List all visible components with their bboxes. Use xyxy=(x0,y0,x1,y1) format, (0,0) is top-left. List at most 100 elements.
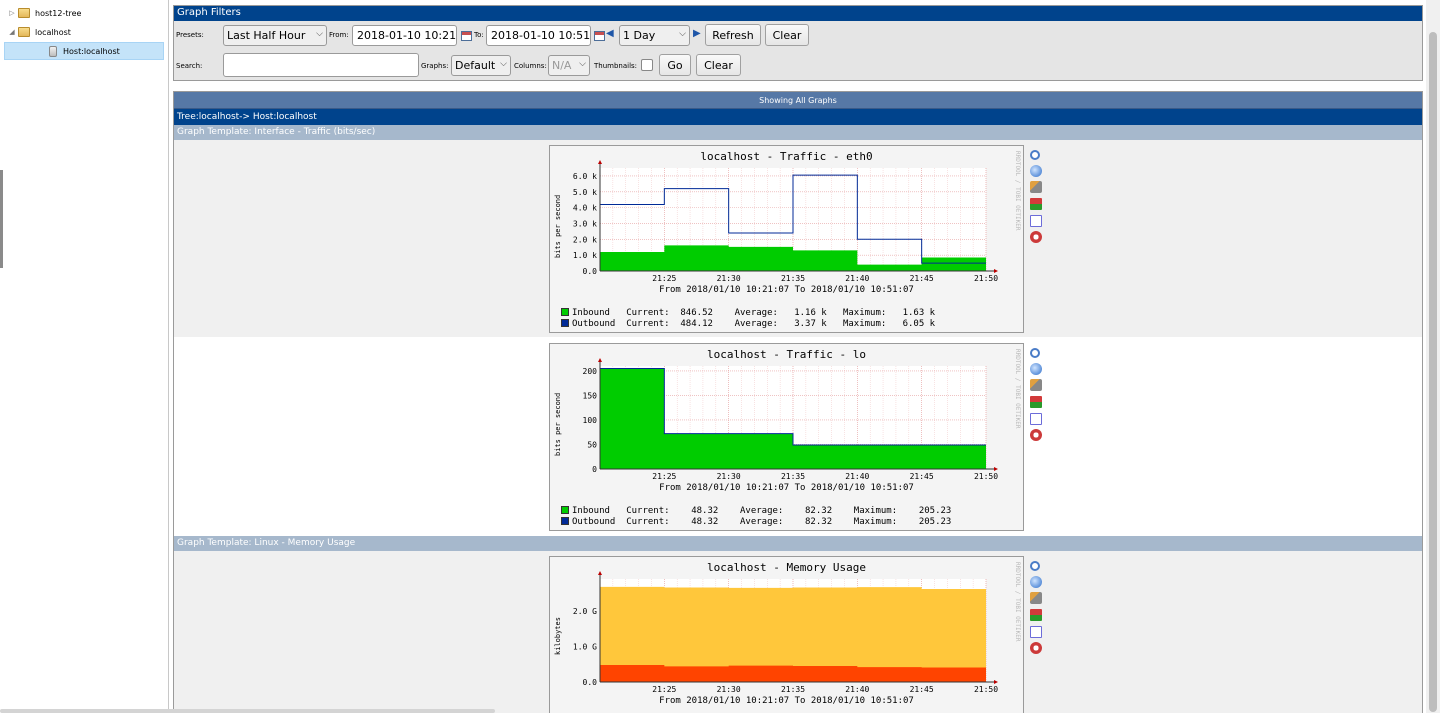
legend-name: Inbound xyxy=(572,506,610,516)
search-input[interactable] xyxy=(223,53,419,77)
legend-swatch xyxy=(561,308,569,316)
csv-export-icon[interactable] xyxy=(1030,362,1042,375)
x-tick-label: 21:25 xyxy=(652,274,676,283)
legend-name: Outbound xyxy=(572,517,616,527)
columns-select[interactable]: N/A ⌵ xyxy=(548,55,590,76)
graph-actions xyxy=(1030,348,1044,446)
zoom-icon[interactable] xyxy=(1030,348,1040,358)
tree-item-label: localhost xyxy=(35,27,71,37)
graphs-panel: Showing All Graphs Tree:localhost-> Host… xyxy=(173,91,1423,713)
x-tick-label: 21:30 xyxy=(717,685,741,694)
edit-graph-icon[interactable] xyxy=(1030,379,1042,392)
tree-item-localhost[interactable]: ◢ localhost xyxy=(6,23,71,41)
legend-maximum: 1.63 k xyxy=(902,308,936,318)
expand-arrow-icon[interactable]: ▷ xyxy=(6,9,18,17)
legend-swatch xyxy=(561,506,569,514)
legend-name: Inbound xyxy=(572,308,610,318)
delete-icon[interactable] xyxy=(1030,429,1042,442)
resize-handle[interactable] xyxy=(0,170,3,268)
chevron-down-icon: ⌵ xyxy=(579,59,586,69)
timespan-select[interactable]: 1 Day ⌵ xyxy=(619,25,690,46)
search-label: Search: xyxy=(176,62,203,70)
host-icon xyxy=(49,45,57,57)
calendar-icon[interactable] xyxy=(461,31,472,41)
document-icon[interactable] xyxy=(1030,412,1042,425)
delete-icon[interactable] xyxy=(1030,231,1042,244)
refresh-button[interactable]: Refresh xyxy=(705,24,761,46)
x-tick-label: 21:50 xyxy=(974,274,998,283)
y-tick-label: 100 xyxy=(583,416,598,425)
tree-item-host12-tree[interactable]: ▷ host12-tree xyxy=(6,4,81,22)
chevron-down-icon: ⌵ xyxy=(500,59,507,69)
graph-row: localhost - Traffic - lo bits per second… xyxy=(174,338,1422,536)
graph-row: localhost - Traffic - eth0 bits per seco… xyxy=(174,140,1422,338)
delete-icon[interactable] xyxy=(1030,642,1042,655)
zoom-icon[interactable] xyxy=(1030,150,1040,160)
graph-from-to: From 2018/01/10 10:21:07 To 2018/01/10 1… xyxy=(659,285,914,295)
tree-item-label: Host:localhost xyxy=(63,46,120,56)
legend-maximum: 205.23 xyxy=(918,517,952,527)
from-label: From: xyxy=(329,31,349,39)
legend-maximum: 205.23 xyxy=(918,506,952,516)
edit-graph-icon[interactable] xyxy=(1030,181,1042,194)
presets-select[interactable]: Last Half Hour ⌵ xyxy=(223,25,327,46)
zoom-icon[interactable] xyxy=(1030,561,1040,571)
x-tick-label: 21:30 xyxy=(717,274,741,283)
chart-lo: 0 50 100 150 200 21:25 21:30 21:35 21:40 21:45 21:… xyxy=(583,358,998,481)
legend-current: 48.32 xyxy=(691,506,719,516)
graph-icon[interactable] xyxy=(1030,609,1042,622)
shift-right-icon[interactable]: ▶ xyxy=(693,28,701,39)
clear-button[interactable]: Clear xyxy=(765,24,809,46)
chevron-down-icon: ⌵ xyxy=(316,29,323,39)
graph-filters-header: Graph Filters xyxy=(174,6,1422,21)
legend-current: 48.32 xyxy=(691,517,719,527)
legend-inbound: Inbound Current: 846.52 Average: 1.16 k … xyxy=(561,308,935,318)
tree-item-host-localhost[interactable]: Host:localhost xyxy=(4,42,164,60)
calendar-icon[interactable] xyxy=(594,31,605,41)
y-tick-label: 2.0 G xyxy=(573,607,597,616)
folder-icon xyxy=(18,8,30,18)
thumbnails-label: Thumbnails: xyxy=(594,62,638,70)
thumbnails-checkbox[interactable] xyxy=(641,59,653,71)
y-tick-label: 5.0 k xyxy=(573,188,597,197)
shift-left-icon[interactable]: ◀ xyxy=(606,28,614,39)
x-tick-label: 21:45 xyxy=(910,274,934,283)
chart-memory: 0.0 1.0 G 2.0 G 21:25 21:30 21:35 21:40 21:45 21… xyxy=(573,571,998,694)
scrollbar-thumb[interactable] xyxy=(1429,32,1437,712)
horizontal-scrollbar[interactable] xyxy=(0,709,495,713)
x-tick-label: 21:35 xyxy=(781,472,805,481)
x-tick-label: 21:40 xyxy=(845,274,869,283)
from-date-input[interactable]: 2018-01-10 10:21 xyxy=(352,25,457,46)
document-icon[interactable] xyxy=(1030,625,1042,638)
legend-current: 484.12 xyxy=(680,319,713,329)
graph-lo[interactable]: localhost - Traffic - lo bits per second… xyxy=(549,343,1024,531)
graph-tree-panel: ▷ host12-tree ◢ localhost Host:localhost xyxy=(0,0,169,713)
to-date-input[interactable]: 2018-01-10 10:51 xyxy=(486,25,591,46)
columns-label: Columns: xyxy=(514,62,547,70)
csv-export-icon[interactable] xyxy=(1030,575,1042,588)
graph-template-header: Graph Template: Interface - Traffic (bit… xyxy=(174,125,1422,140)
edit-graph-icon[interactable] xyxy=(1030,592,1042,605)
vertical-scrollbar[interactable] xyxy=(1426,0,1440,713)
graph-memory[interactable]: localhost - Memory Usage kilobytes RRDTO… xyxy=(549,556,1024,713)
x-tick-label: 21:25 xyxy=(652,472,676,481)
x-tick-label: 21:45 xyxy=(910,472,934,481)
graph-icon[interactable] xyxy=(1030,396,1042,409)
clear-search-button[interactable]: Clear xyxy=(696,54,741,76)
x-axis-arrow xyxy=(994,680,998,684)
graph-eth0[interactable]: localhost - Traffic - eth0 bits per seco… xyxy=(549,145,1024,333)
collapse-arrow-icon[interactable]: ◢ xyxy=(6,28,18,36)
chevron-down-icon: ⌵ xyxy=(679,29,686,39)
x-tick-label: 21:30 xyxy=(717,472,741,481)
y-tick-label: 150 xyxy=(583,391,598,400)
document-icon[interactable] xyxy=(1030,214,1042,227)
legend-average: 82.32 xyxy=(805,506,833,516)
chart-eth0: 0.0 1.0 k 2.0 k 3.0 k 4.0 k 5.0 k 6.0 k 21:25 21… xyxy=(573,160,998,283)
x-axis-arrow xyxy=(994,467,998,471)
graphs-select[interactable]: Default ⌵ xyxy=(451,55,511,76)
x-tick-label: 21:35 xyxy=(781,274,805,283)
csv-export-icon[interactable] xyxy=(1030,164,1042,177)
go-button[interactable]: Go xyxy=(659,54,691,76)
legend-swatch xyxy=(561,319,569,327)
graph-icon[interactable] xyxy=(1030,198,1042,211)
